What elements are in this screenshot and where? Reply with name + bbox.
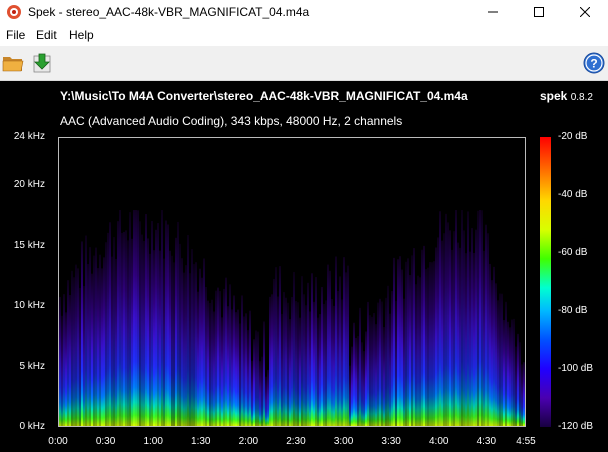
minimize-icon (488, 11, 498, 13)
frequency-tick-label: 24 kHz (13, 131, 45, 142)
audio-info-label: AAC (Advanced Audio Coding), 343 kbps, 4… (60, 114, 403, 128)
time-tick-label: 2:00 (238, 436, 259, 447)
time-tick-label: 4:00 (429, 436, 449, 447)
frequency-tick-label: 5 kHz (19, 360, 45, 372)
brand-name: spek (540, 89, 568, 103)
toolbar: ? (0, 46, 608, 81)
spectrogram-image (59, 210, 525, 426)
color-scale-tick-label: -60 dB (558, 247, 588, 258)
frequency-tick-label: 0 kHz (19, 421, 45, 432)
folder-open-icon[interactable] (1, 51, 25, 75)
frequency-tick-label: 15 kHz (13, 239, 45, 251)
brand-version: 0.8.2 (570, 92, 593, 103)
color-scale-tick-label: -20 dB (558, 131, 588, 142)
color-scale-tick-label: -100 dB (558, 363, 594, 374)
help-icon[interactable]: ? (582, 51, 606, 75)
spek-app-icon (7, 5, 21, 19)
svg-text:?: ? (590, 57, 597, 71)
color-scale-tick-label: -40 dB (558, 189, 588, 200)
frequency-tick-label: 20 kHz (13, 179, 45, 191)
time-tick-label: 4:55 (516, 436, 536, 447)
window-title: Spek - stereo_AAC-48k-VBR_MAGNIFICAT_04.… (28, 5, 310, 19)
color-scale-tick-label: -80 dB (558, 305, 588, 316)
menu-help[interactable]: Help (69, 28, 94, 42)
time-tick-label: 2:30 (286, 436, 306, 447)
title-bar: Spek - stereo_AAC-48k-VBR_MAGNIFICAT_04.… (0, 0, 608, 24)
menu-edit[interactable]: Edit (36, 28, 57, 42)
time-tick-label: 3:30 (381, 436, 401, 447)
time-tick-label: 0:00 (48, 436, 68, 447)
color-scale-tick-label: -120 dB (558, 421, 594, 432)
close-icon (580, 7, 590, 17)
minimize-button[interactable] (470, 0, 516, 24)
file-path-label: Y:\Music\To M4A Converter\stereo_AAC-48k… (60, 89, 468, 103)
time-tick-label: 0:30 (95, 436, 116, 447)
maximize-icon (534, 7, 544, 17)
frequency-tick-label: 10 kHz (13, 300, 45, 312)
close-button[interactable] (562, 0, 608, 24)
maximize-button[interactable] (516, 0, 562, 24)
time-tick-label: 3:00 (333, 436, 354, 447)
menu-file[interactable]: File (6, 28, 25, 42)
spectrogram-panel: Y:\Music\To M4A Converter\stereo_AAC-48k… (0, 81, 608, 452)
time-tick-label: 4:30 (476, 436, 497, 447)
menu-bar: File Edit Help (0, 24, 608, 46)
save-icon[interactable] (31, 51, 55, 75)
color-scale-bar (540, 137, 551, 427)
time-tick-label: 1:30 (191, 436, 211, 447)
time-tick-label: 1:00 (143, 436, 163, 447)
brand-label: spek 0.8.2 (540, 89, 593, 103)
spectrogram-plot (58, 137, 526, 427)
